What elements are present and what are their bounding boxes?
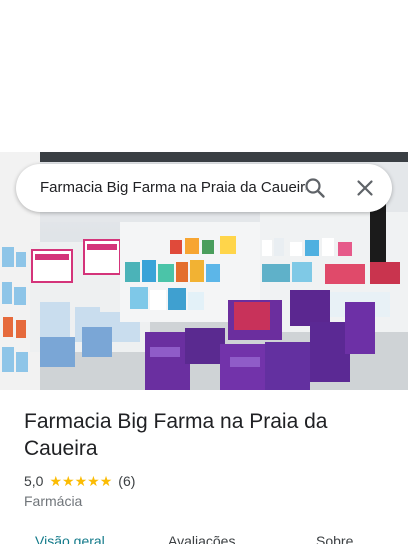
rating-value: 5,0 bbox=[24, 473, 44, 489]
star-icon: ★ bbox=[49, 473, 63, 489]
close-icon[interactable] bbox=[353, 176, 377, 200]
place-title: Farmacia Big Farma na Praia da Caueira bbox=[24, 410, 328, 460]
search-bar[interactable]: Farmacia Big Farma na Praia da Caueira bbox=[16, 164, 392, 212]
tab-about[interactable]: Sobre bbox=[316, 532, 353, 544]
place-tabs: Visão geral Avaliações Sobre bbox=[0, 530, 408, 544]
search-input[interactable]: Farmacia Big Farma na Praia da Caueira bbox=[40, 178, 306, 200]
star-icon: ★ bbox=[99, 473, 113, 489]
map-blank-area bbox=[0, 0, 408, 152]
rating-row[interactable]: 5,0 ★ ★ ★ ★ ★ (6) bbox=[24, 472, 135, 490]
star-icon: ★ bbox=[62, 473, 75, 489]
star-rating: ★ ★ ★ ★ ★ bbox=[49, 474, 112, 488]
tab-overview[interactable]: Visão geral bbox=[35, 532, 105, 544]
tab-reviews[interactable]: Avaliações bbox=[168, 532, 235, 544]
review-count[interactable]: (6) bbox=[118, 473, 135, 489]
star-icon: ★ bbox=[87, 473, 100, 489]
star-icon: ★ bbox=[74, 473, 88, 489]
place-category: Farmácia bbox=[24, 493, 83, 509]
search-icon[interactable] bbox=[303, 176, 327, 200]
